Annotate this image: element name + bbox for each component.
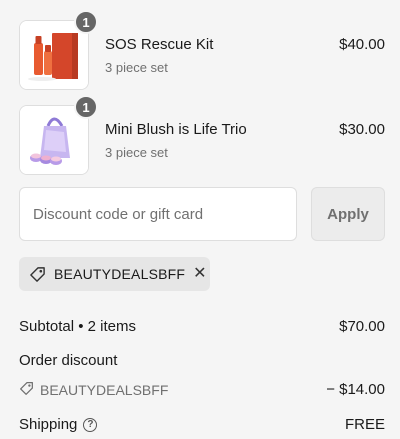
product-thumbnail-mini-blush-trio: 1 (19, 95, 98, 175)
discount-code-input[interactable] (19, 187, 297, 241)
item-subtitle: 3 piece set (105, 60, 168, 75)
order-discount-label: Order discount (19, 352, 118, 369)
applied-discount-chip: BEAUTYDEALSBFF ✕ (19, 257, 210, 291)
apply-discount-button[interactable]: Apply (311, 187, 385, 241)
item-subtitle: 3 piece set (105, 145, 168, 160)
tag-icon (29, 266, 46, 283)
item-name: SOS Rescue Kit (105, 36, 214, 53)
help-icon[interactable]: ? (83, 417, 98, 432)
subtotal-value: $70.00 (339, 318, 385, 335)
subtotal-label: Subtotal • 2 items (19, 318, 136, 335)
quantity-badge: 1 (74, 95, 98, 119)
quantity-badge: 1 (74, 10, 98, 34)
item-price: $40.00 (339, 36, 385, 53)
tag-icon (19, 381, 34, 399)
shipping-label: Shipping (19, 416, 78, 433)
item-name: Mini Blush is Life Trio (105, 121, 247, 138)
applied-code-label: BEAUTYDEALSBFF (54, 266, 186, 282)
discount-amount: − $14.00 (326, 381, 385, 398)
item-price: $30.00 (339, 121, 385, 138)
product-thumbnail-sos-rescue-kit: 1 (19, 10, 98, 90)
order-summary-panel: 1 SOS Rescue Kit 3 piece set $40.00 1 Mi… (0, 0, 400, 439)
line-item: 1 Mini Blush is Life Trio 3 piece set $3… (19, 95, 385, 175)
discount-code-text: BEAUTYDEALSBFF (40, 382, 169, 398)
line-item: 1 SOS Rescue Kit 3 piece set $40.00 (19, 10, 385, 90)
shipping-value: FREE (344, 416, 385, 433)
remove-discount-icon[interactable]: ✕ (193, 266, 206, 282)
